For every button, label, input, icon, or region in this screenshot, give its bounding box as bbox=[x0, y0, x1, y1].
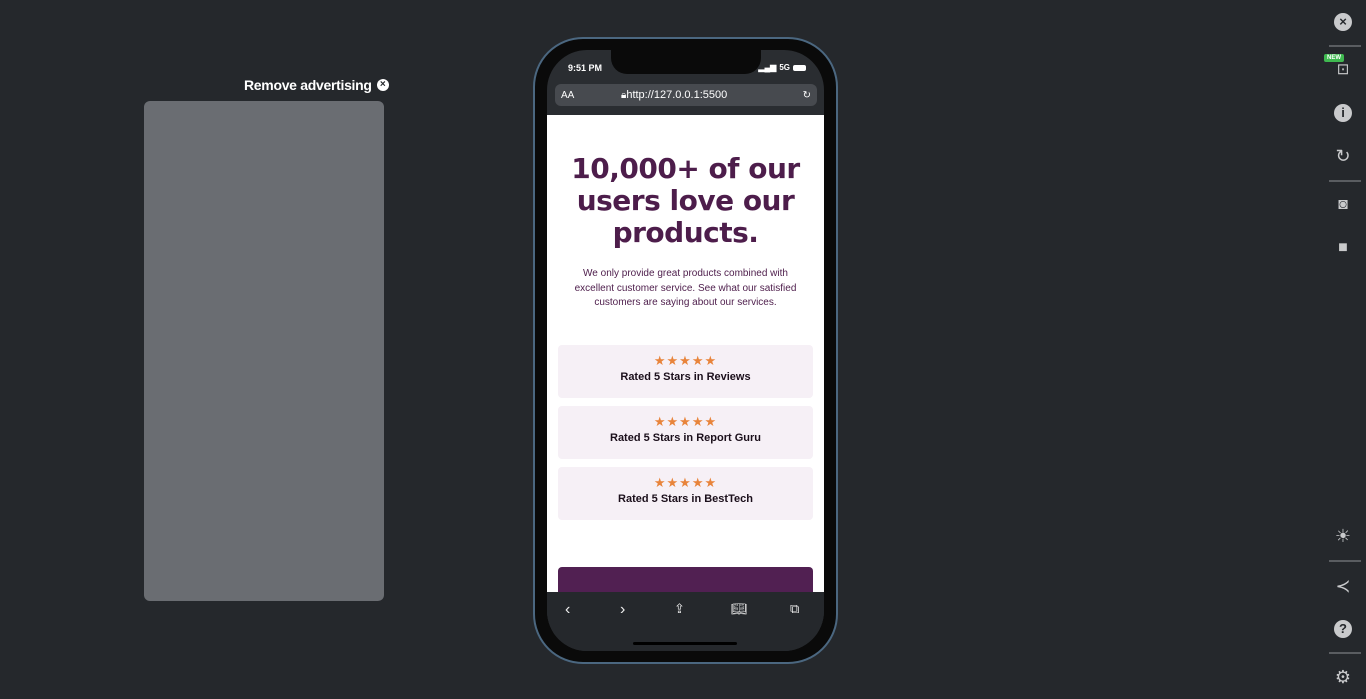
notch bbox=[611, 50, 761, 74]
rating-label: Rated 5 Stars in Report Guru bbox=[610, 431, 761, 444]
camera-icon[interactable]: ◙ bbox=[1332, 194, 1354, 216]
ad-placeholder bbox=[144, 101, 384, 601]
address-bar[interactable]: AA 🔒︎ http://127.0.0.1:5500 ↻ bbox=[555, 84, 817, 106]
back-icon[interactable]: ‹ bbox=[565, 601, 570, 619]
web-content: 10,000+ of our users love our products. … bbox=[547, 115, 824, 592]
remove-advertising-label: Remove advertising bbox=[244, 77, 372, 93]
close-icon[interactable]: × bbox=[1334, 13, 1352, 31]
bookmarks-icon[interactable]: 📖︎ bbox=[731, 601, 748, 617]
stars-icon: ★★★★★ bbox=[653, 413, 718, 429]
rating-label: Rated 5 Stars in BestTech bbox=[618, 492, 753, 505]
battery-icon bbox=[793, 64, 806, 71]
url-text[interactable]: http://127.0.0.1:5500 bbox=[626, 89, 802, 101]
rotate-icon[interactable]: ↻ bbox=[1332, 145, 1354, 167]
testimonial-card bbox=[558, 567, 813, 592]
rating-card: ★★★★★ Rated 5 Stars in Report Guru bbox=[558, 405, 813, 459]
browser-toolbar: ‹ › ⇪ 📖︎ ⧉ bbox=[547, 592, 824, 651]
divider bbox=[1329, 180, 1361, 182]
phone-frame: 9:51 PM ▂▄▆ 5G AA 🔒︎ http://127.0.0.1:550… bbox=[533, 37, 838, 664]
video-icon[interactable]: ■ bbox=[1332, 237, 1354, 259]
home-indicator bbox=[633, 642, 737, 645]
brightness-icon[interactable]: ☀ bbox=[1332, 525, 1354, 547]
tabs-icon[interactable]: ⧉ bbox=[790, 601, 799, 617]
help-icon[interactable]: ? bbox=[1334, 620, 1352, 638]
right-toolbar: × ⊡ NEW i ↻ ◙ ■ ☀ ≺ ? ⚙ bbox=[1320, 0, 1366, 699]
share-icon[interactable]: ≺ bbox=[1332, 575, 1354, 597]
status-time: 9:51 PM bbox=[568, 63, 603, 73]
stars-icon: ★★★★★ bbox=[653, 474, 718, 490]
info-icon[interactable]: i bbox=[1334, 104, 1352, 122]
remove-advertising[interactable]: Remove advertising × bbox=[244, 77, 389, 93]
signal-icon: ▂▄▆ bbox=[758, 63, 777, 72]
rating-card: ★★★★★ Rated 5 Stars in BestTech bbox=[558, 466, 813, 520]
share-icon[interactable]: ⇪ bbox=[674, 601, 685, 617]
reload-icon[interactable]: ↻ bbox=[803, 90, 811, 101]
new-badge: NEW bbox=[1324, 54, 1344, 62]
rating-label: Rated 5 Stars in Reviews bbox=[620, 370, 751, 383]
reader-button[interactable]: AA bbox=[561, 90, 621, 101]
page-description: We only provide great products combined … bbox=[574, 268, 797, 308]
rating-card: ★★★★★ Rated 5 Stars in Reviews bbox=[558, 344, 813, 398]
divider bbox=[1329, 45, 1361, 47]
page-title: 10,000+ of our users love our products. bbox=[571, 152, 800, 249]
stars-icon: ★★★★★ bbox=[653, 352, 718, 368]
network-label: 5G bbox=[779, 63, 790, 72]
status-icons: ▂▄▆ 5G bbox=[758, 63, 806, 72]
divider bbox=[1329, 652, 1361, 654]
devices-icon[interactable]: ⊡ bbox=[1332, 59, 1354, 81]
phone-screen: 9:51 PM ▂▄▆ 5G AA 🔒︎ http://127.0.0.1:550… bbox=[547, 50, 824, 651]
settings-icon[interactable]: ⚙ bbox=[1332, 666, 1354, 688]
close-icon[interactable]: × bbox=[376, 79, 389, 91]
divider bbox=[1329, 560, 1361, 562]
forward-icon[interactable]: › bbox=[620, 601, 625, 619]
